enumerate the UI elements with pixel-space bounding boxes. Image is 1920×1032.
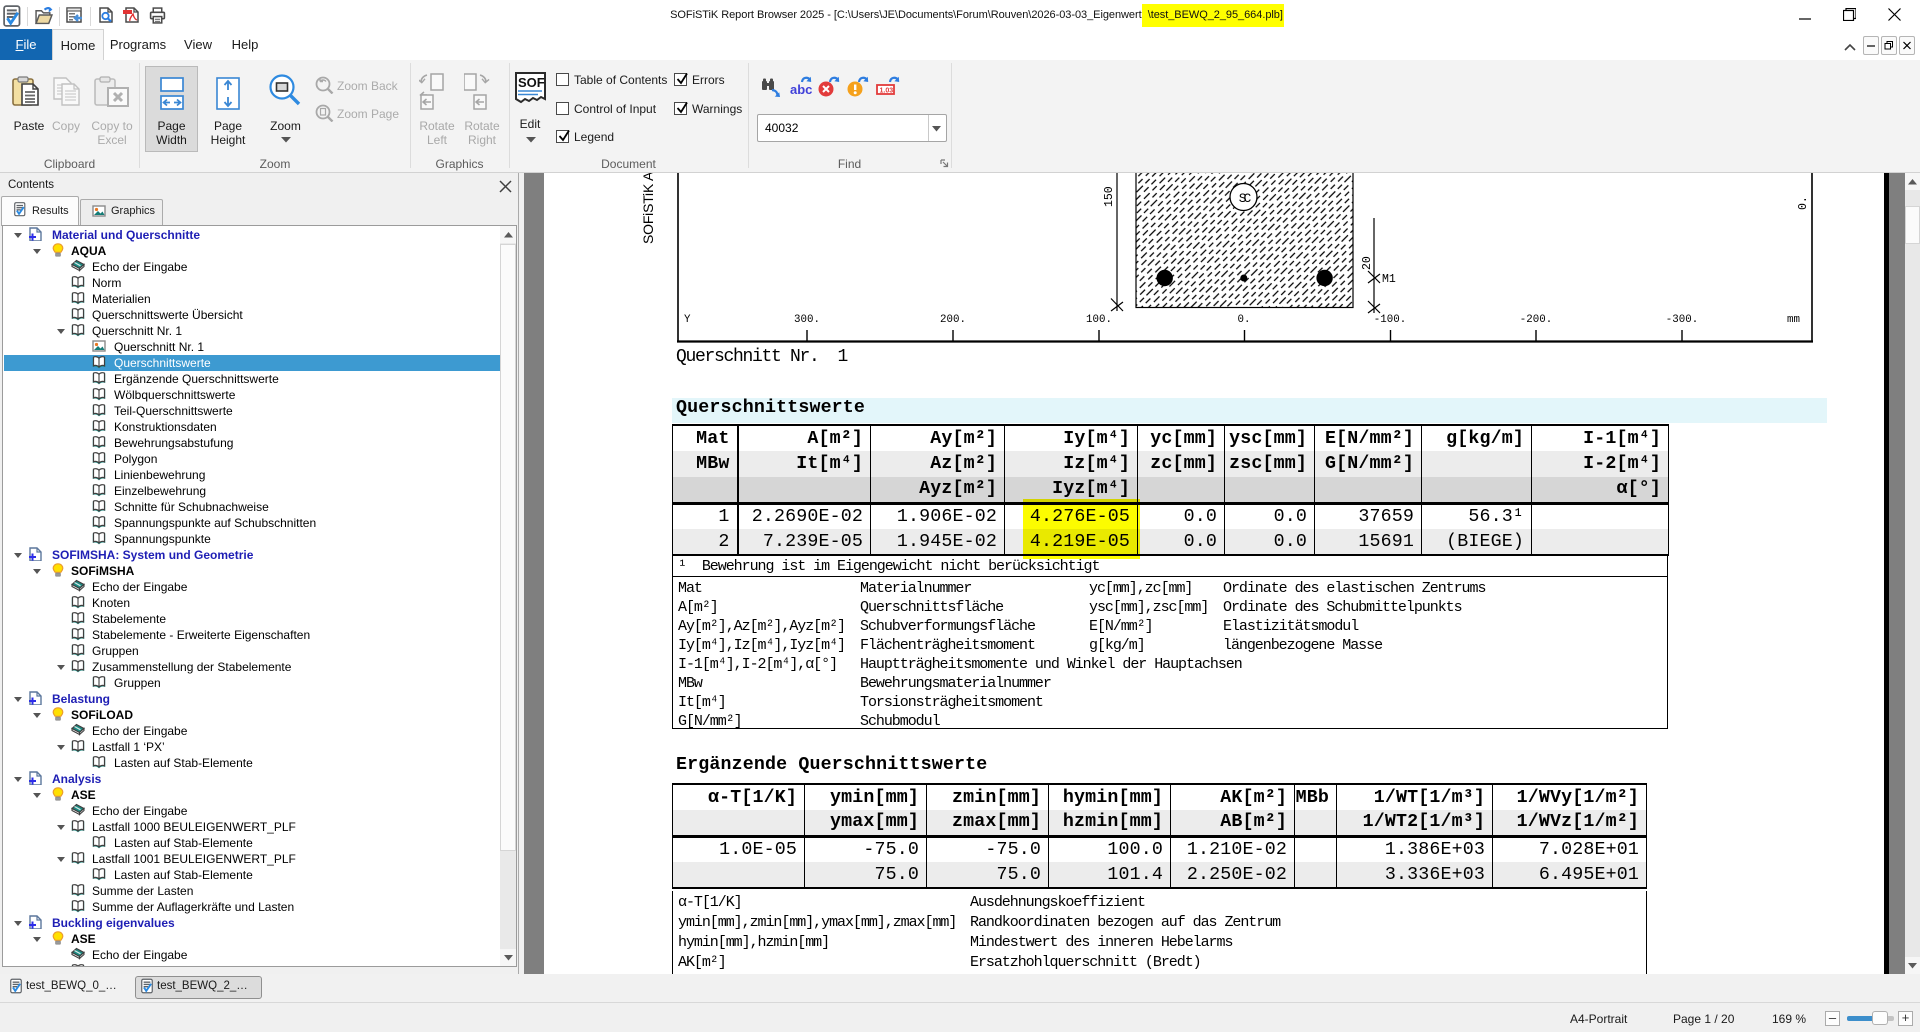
svg-text:20: 20 [1361,256,1374,270]
svg-text:abc: abc [790,82,812,97]
svg-text:0.: 0. [1238,314,1251,326]
svg-text:mm: mm [1787,314,1800,326]
svg-text:M1: M1 [1382,273,1396,286]
svg-text:SOF: SOF [518,75,545,90]
svg-text:150: 150 [1103,186,1116,207]
svg-text:300.: 300. [794,314,820,326]
svg-text:100.: 100. [1086,314,1112,326]
svg-text:-200.: -200. [1520,314,1552,326]
svg-text:1.03: 1.03 [880,88,894,95]
svg-text:0.: 0. [1797,196,1810,210]
svg-text:Y: Y [684,314,691,326]
svg-text:-300.: -300. [1666,314,1698,326]
svg-text:SOFiSTiK AG Oberschleißheim: SOFiSTiK AG Oberschleißheim [640,173,656,244]
svg-text:-100.: -100. [1374,314,1406,326]
svg-text:200.: 200. [940,314,966,326]
